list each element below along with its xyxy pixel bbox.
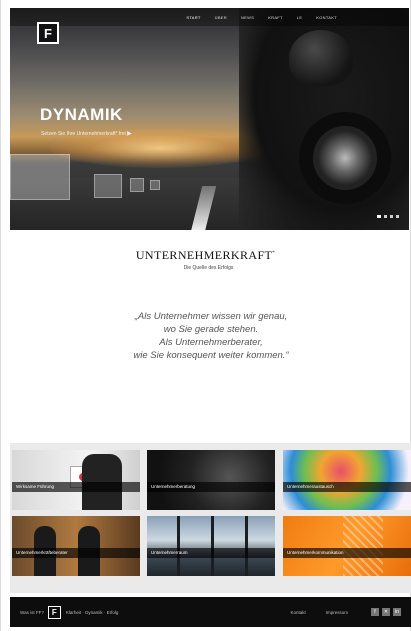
quote-line: „Als Unternehmer wissen wir genau, [134, 311, 288, 322]
quote-block: „Als Unternehmer wissen wir genau, wo Si… [61, 310, 361, 362]
footer: Was ist FF? F Klarheit · Dynamik · Erfol… [10, 597, 411, 627]
footer-tagline: Klarheit · Dynamik · Erfolg [65, 609, 119, 615]
play-arrow-icon: ▶ [127, 131, 132, 137]
nav-item-start[interactable]: START [186, 15, 200, 20]
helmet-image [289, 30, 353, 86]
xing-icon[interactable]: ✕ [382, 608, 390, 616]
decorative-box [10, 154, 70, 200]
linkedin-icon[interactable]: in [393, 608, 401, 616]
slider-pagination [377, 215, 399, 218]
nav-item-kontakt[interactable]: KONTAKT [316, 15, 337, 20]
footer-link-impressum[interactable]: Impressum [326, 610, 348, 615]
tile-wirksame-fuehrung[interactable]: Wirksame Führung [12, 450, 140, 510]
decorative-box [150, 180, 160, 190]
quote-line: wo Sie gerade stehen. [163, 324, 259, 335]
tile-unternehmerkommunikation[interactable]: Unternehmerkommunikation [283, 516, 411, 576]
tile-unternehmerkraefteberater[interactable]: Unternehmerkräfteberater [12, 516, 140, 576]
logo-letter: F [44, 25, 52, 41]
tile-caption: Unternehmerkräfteberater [12, 548, 140, 558]
nav-item-kraft[interactable]: KRAFT [268, 15, 283, 20]
slider-dot[interactable] [390, 215, 393, 218]
service-tiles: Wirksame Führung Unternehmerberatung Unt… [10, 443, 411, 593]
tile-caption: Unternehmerberatung [147, 482, 275, 492]
window-frame [245, 516, 248, 576]
footer-label: Was ist FF? [20, 609, 44, 615]
tile-caption: Unternehmerkommunikation [283, 548, 411, 558]
brand-title-text: UNTERNEHMERKRAFT [135, 248, 273, 262]
brand-heading: UNTERNEHMERKRAFT* Die Quelle des Erfolgs [1, 248, 410, 271]
slider-dot[interactable] [384, 215, 387, 218]
nav-item-news[interactable]: NEWS [241, 15, 254, 20]
slider-dot[interactable] [377, 215, 381, 218]
brand-mark: * [272, 251, 276, 256]
footer-link-kontakt[interactable]: Kontakt [290, 610, 305, 615]
facebook-icon[interactable]: f [371, 608, 379, 616]
window-frame [177, 516, 180, 576]
top-navigation: START ÜBER NEWS KRAFT LE KONTAKT [10, 8, 409, 26]
brand-subtitle: Die Quelle des Erfolgs [183, 265, 234, 271]
quote-line: Als Unternehmerberater, [159, 337, 263, 348]
footer-logo[interactable]: F [47, 605, 61, 619]
tile-unternehmerraum[interactable]: Unternehmerraum [147, 516, 275, 576]
slider-dot[interactable] [396, 215, 399, 218]
brand-title: UNTERNEHMERKRAFT* [1, 248, 410, 263]
hero-title: DYNAMIK [40, 105, 123, 124]
window-frame [211, 516, 214, 576]
brand-logo[interactable]: F [37, 22, 59, 44]
tile-unternehmerberatung[interactable]: Unternehmerberatung [147, 450, 275, 510]
hero-banner: START ÜBER NEWS KRAFT LE KONTAKT F DYNAM… [10, 8, 409, 230]
decorative-box [130, 178, 144, 192]
nav-item-ueber[interactable]: ÜBER [215, 15, 227, 20]
decorative-box [94, 174, 122, 198]
quote-line: wie Sie konsequent weiter kommen.“ [133, 350, 289, 361]
tile-caption: Unternehmeraustausch [283, 482, 411, 492]
hero-subtitle: Setzen Sie Ihre Unternehmerkraft* frei [41, 131, 126, 137]
wheel-image [299, 112, 391, 204]
page: START ÜBER NEWS KRAFT LE KONTAKT F DYNAM… [0, 0, 411, 631]
tile-caption: Wirksame Führung [12, 482, 140, 492]
tile-caption: Unternehmerraum [147, 548, 275, 558]
hero-cta-link[interactable]: Setzen Sie Ihre Unternehmerkraft* frei ▶ [41, 130, 132, 137]
nav-item-le[interactable]: LE [297, 15, 303, 20]
dna-helix-image [343, 516, 383, 576]
tile-unternehmeraustausch[interactable]: Unternehmeraustausch [283, 450, 411, 510]
